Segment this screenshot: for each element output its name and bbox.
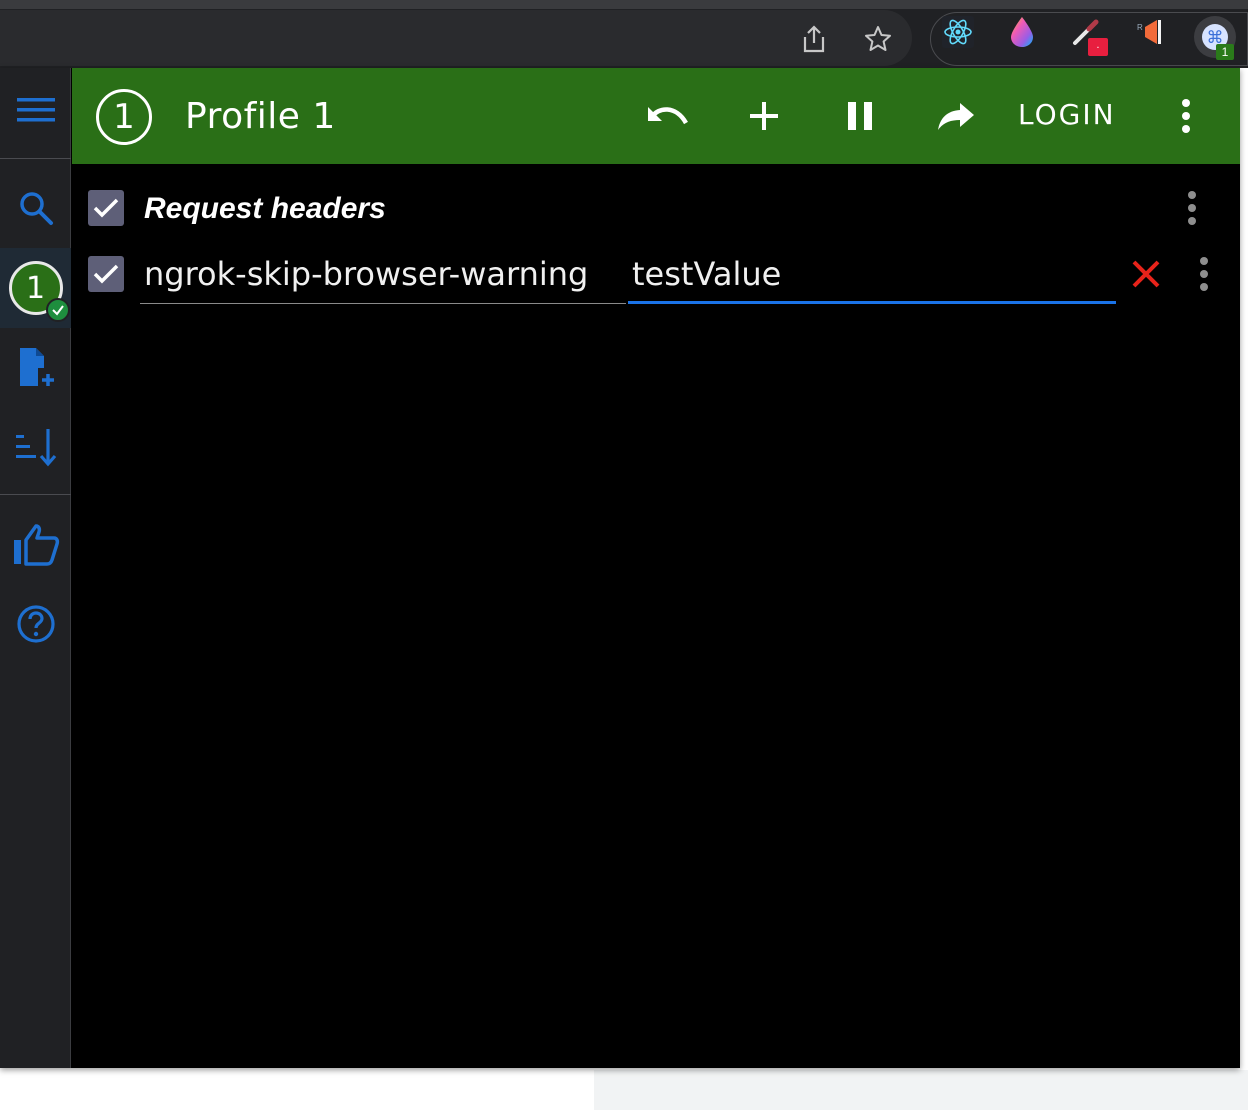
page-background (1240, 68, 1248, 1068)
profile-header: 1 Profile 1 LOGIN (72, 68, 1240, 164)
more-vert-icon[interactable] (1162, 92, 1210, 140)
megaphone-icon[interactable]: R (1130, 12, 1170, 52)
profile-number: 1 (25, 270, 46, 306)
sidebar-divider (0, 158, 71, 159)
profile-title[interactable]: Profile 1 (185, 96, 336, 137)
section-more-icon[interactable] (1180, 188, 1204, 228)
browser-titlebar (0, 0, 1248, 10)
sort-icon[interactable] (0, 422, 71, 472)
add-profile-icon[interactable] (0, 342, 71, 394)
delete-header-icon[interactable] (1126, 254, 1166, 294)
help-icon[interactable] (0, 598, 71, 650)
header-row-more-icon[interactable] (1192, 254, 1216, 294)
sidebar: 1 (0, 68, 71, 1068)
page-background-footer (594, 1070, 1248, 1110)
search-icon[interactable] (0, 180, 71, 236)
header-name-input[interactable] (140, 248, 626, 300)
header-name-field[interactable] (140, 248, 626, 304)
react-devtools-icon[interactable] (938, 12, 978, 52)
sidebar-item-profile[interactable]: 1 (0, 248, 71, 328)
address-bar[interactable] (0, 10, 912, 66)
login-button[interactable]: LOGIN (1018, 98, 1116, 131)
color-drop-icon[interactable] (1002, 12, 1042, 52)
svg-text:R: R (1137, 23, 1143, 32)
eyedropper-icon[interactable]: . (1066, 12, 1108, 56)
menu-icon[interactable] (0, 82, 71, 138)
undo-icon[interactable] (644, 92, 692, 140)
extension-badge-count: 1 (1216, 44, 1234, 60)
header-row-checkbox[interactable] (88, 256, 124, 292)
add-icon[interactable] (740, 92, 788, 140)
header-value-field[interactable] (628, 248, 1116, 304)
header-value-input[interactable] (628, 248, 1116, 300)
sidebar-divider (0, 494, 71, 495)
section-title: Request headers (144, 192, 386, 225)
bookmark-star-icon[interactable] (861, 22, 895, 56)
extension-badge: . (1088, 38, 1108, 56)
thumbs-up-icon[interactable] (0, 518, 71, 570)
share-forward-icon[interactable] (932, 92, 980, 140)
check-circle-icon (45, 298, 70, 322)
modheader-icon[interactable]: ⌘ 1 (1194, 16, 1236, 60)
profile-avatar: 1 (8, 261, 70, 322)
section-enabled-checkbox[interactable] (88, 190, 124, 226)
profile-number-badge[interactable]: 1 (96, 89, 152, 145)
pause-icon[interactable] (836, 92, 884, 140)
modheader-popup: 1 1 Profile 1 LOGIN Request headers ngro… (0, 68, 1240, 1068)
share-icon[interactable] (797, 22, 831, 56)
